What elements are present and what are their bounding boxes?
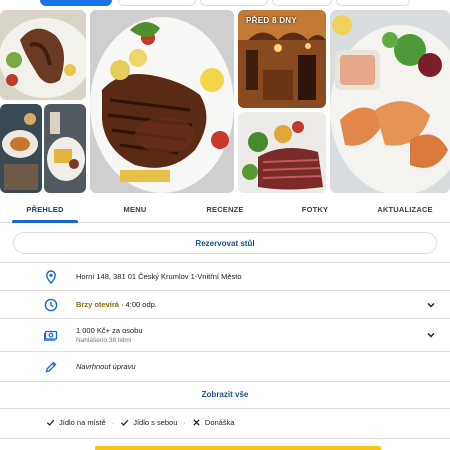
hours-separator: · (118, 300, 126, 309)
separator-dot: · (111, 418, 115, 427)
top-chip[interactable] (118, 0, 196, 6)
hours-row[interactable]: Brzy otevírá · 4:00 odp. (0, 290, 450, 318)
chevron-down-icon[interactable] (426, 330, 436, 340)
divider (0, 438, 450, 439)
top-chip[interactable] (200, 0, 268, 6)
hours-text: Brzy otevírá · 4:00 odp. (76, 300, 157, 309)
tab-updates[interactable]: AKTUALIZACE (360, 196, 450, 222)
service-label: Jídlo na místě (59, 418, 106, 427)
photo-age-badge: PŘED 8 DNY (246, 16, 298, 25)
location-pin-icon (44, 269, 58, 284)
service-label: Donáška (204, 418, 235, 427)
check-icon (46, 418, 55, 427)
reserve-table-button[interactable]: Rezervovat stůl (13, 232, 437, 254)
service-dine-in: Jídlo na místě (46, 418, 106, 427)
service-takeaway: Jídlo s sebou (120, 418, 177, 427)
suggest-edit-row[interactable]: Navrhnout úpravu (0, 351, 450, 381)
top-chip-active[interactable] (40, 0, 112, 6)
separator-dot: · (183, 418, 186, 427)
price-reported: Nahlášeno 38 lidmi (76, 337, 132, 344)
price-block: 1 000 Kč+ za osobu Nahlášeno 38 lidmi (76, 326, 143, 344)
show-all-button[interactable]: Zobrazit vše (0, 381, 450, 407)
photo-table-dishes[interactable] (0, 104, 42, 193)
top-chip[interactable] (336, 0, 410, 6)
suggest-edit-text: Navrhnout úpravu (76, 362, 136, 371)
hours-time: 4:00 odp. (125, 300, 157, 309)
service-options: Jídlo na místě · Jídlo s sebou · Donáška (0, 408, 450, 436)
top-chip[interactable] (272, 0, 332, 6)
service-delivery: Donáška (192, 418, 235, 427)
photo-fries-plate[interactable] (44, 104, 86, 193)
tab-bar: PŘEHLED MENU RECENZE FOTKY AKTUALIZACE (0, 196, 450, 223)
price-row[interactable]: 1 000 Kč+ za osobu Nahlášeno 38 lidmi (0, 318, 450, 351)
address-text: Horní 148, 381 01 Český Krumlov 1-Vnitřn… (76, 272, 242, 281)
money-icon (44, 328, 58, 342)
price-text: 1 000 Kč+ za osobu (76, 326, 143, 335)
tab-reviews[interactable]: RECENZE (180, 196, 270, 222)
address-row[interactable]: Horní 148, 381 01 Český Krumlov 1-Vnitřn… (0, 262, 450, 290)
pencil-icon (44, 360, 58, 374)
clock-icon (44, 298, 58, 312)
service-label: Jídlo s sebou (133, 418, 178, 427)
tab-menu[interactable]: MENU (90, 196, 180, 222)
bottom-action-bar[interactable] (95, 446, 381, 450)
photo-gallery: PŘED 8 DNY (0, 10, 450, 193)
photo-steak-main[interactable] (90, 10, 234, 193)
photo-sliced-beef-vegetables[interactable] (238, 112, 326, 193)
photo-shrimp-salad[interactable] (330, 10, 450, 193)
tab-overview[interactable]: PŘEHLED (0, 196, 90, 223)
check-icon (120, 418, 129, 427)
hours-status: Brzy otevírá (76, 300, 119, 309)
tab-photos[interactable]: FOTKY (270, 196, 360, 222)
photo-octopus-plate[interactable] (0, 10, 86, 100)
cross-icon (192, 418, 201, 427)
chevron-down-icon[interactable] (426, 300, 436, 310)
photo-restaurant-interior[interactable]: PŘED 8 DNY (238, 10, 326, 108)
